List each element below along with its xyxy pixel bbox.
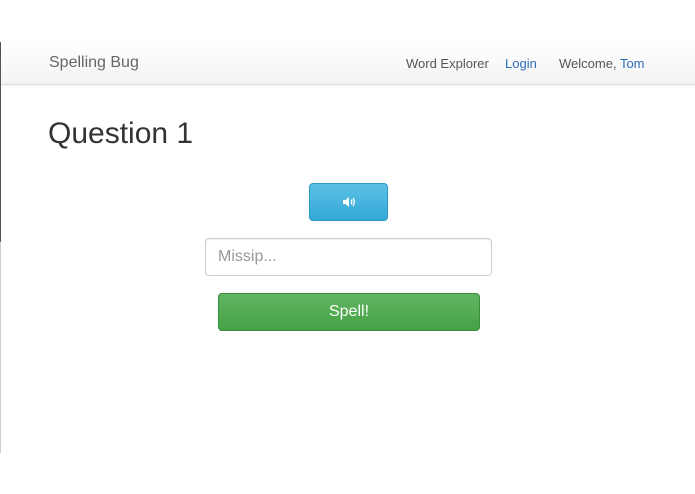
nav-login-link[interactable]: Login bbox=[505, 56, 537, 71]
speaker-volume-icon bbox=[342, 197, 355, 207]
welcome-text: Welcome, Tom bbox=[559, 56, 645, 71]
play-audio-button[interactable] bbox=[309, 183, 388, 221]
welcome-prefix: Welcome, bbox=[559, 56, 617, 71]
top-navbar: Spelling Bug Word Explorer Login Welcome… bbox=[1, 42, 695, 85]
nav-word-explorer-link[interactable]: Word Explorer bbox=[406, 56, 489, 71]
spell-submit-button[interactable]: Spell! bbox=[218, 293, 480, 331]
page-title: Question 1 bbox=[48, 117, 194, 150]
app-screen: Spelling Bug Word Explorer Login Welcome… bbox=[0, 0, 695, 494]
brand-link[interactable]: Spelling Bug bbox=[49, 54, 139, 72]
user-name-link[interactable]: Tom bbox=[620, 56, 645, 71]
answer-input[interactable] bbox=[205, 238, 492, 276]
